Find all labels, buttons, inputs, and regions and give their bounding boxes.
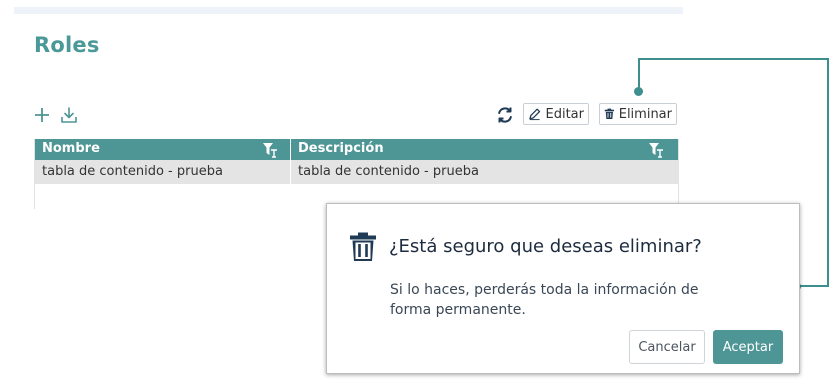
- trash-icon: [604, 108, 615, 120]
- callout-connector: [638, 58, 829, 60]
- refresh-icon: [498, 107, 512, 123]
- table-cell: tabla de contenido - prueba: [42, 164, 223, 179]
- trash-icon: [350, 232, 376, 261]
- roles-table: Nombre Descripción tabla de contenido - …: [34, 139, 679, 209]
- pencil-icon: [529, 108, 541, 121]
- dialog-title: ¿Está seguro que deseas eliminar?: [389, 236, 702, 257]
- page-title: Roles: [34, 33, 100, 57]
- table-header: Nombre Descripción: [35, 139, 678, 160]
- refresh-button[interactable]: [494, 104, 516, 126]
- plus-icon: [35, 108, 49, 122]
- column-header-nombre[interactable]: Nombre: [42, 141, 100, 156]
- callout-connector: [827, 58, 829, 286]
- column-header-descripcion[interactable]: Descripción: [298, 141, 384, 156]
- edit-button-label: Editar: [545, 106, 585, 122]
- download-icon: [61, 107, 77, 123]
- table-row[interactable]: tabla de contenido - prueba tabla de con…: [35, 160, 678, 184]
- column-divider: [290, 139, 291, 184]
- filter-icon[interactable]: [648, 142, 664, 158]
- confirm-delete-dialog: ¿Está seguro que deseas eliminar? Si lo …: [326, 203, 800, 374]
- callout-connector: [797, 285, 829, 287]
- filter-icon[interactable]: [262, 142, 278, 158]
- table-cell: tabla de contenido - prueba: [298, 164, 479, 179]
- delete-button[interactable]: Eliminar: [599, 103, 677, 125]
- cancel-button[interactable]: Cancelar: [629, 330, 705, 364]
- add-button[interactable]: [33, 106, 51, 124]
- delete-button-label: Eliminar: [618, 106, 672, 122]
- accept-button[interactable]: Aceptar: [713, 330, 783, 364]
- edit-button[interactable]: Editar: [523, 103, 589, 125]
- download-button[interactable]: [59, 105, 79, 125]
- dialog-message: Si lo haces, perderás toda la informació…: [390, 282, 699, 318]
- callout-dot: [634, 87, 643, 96]
